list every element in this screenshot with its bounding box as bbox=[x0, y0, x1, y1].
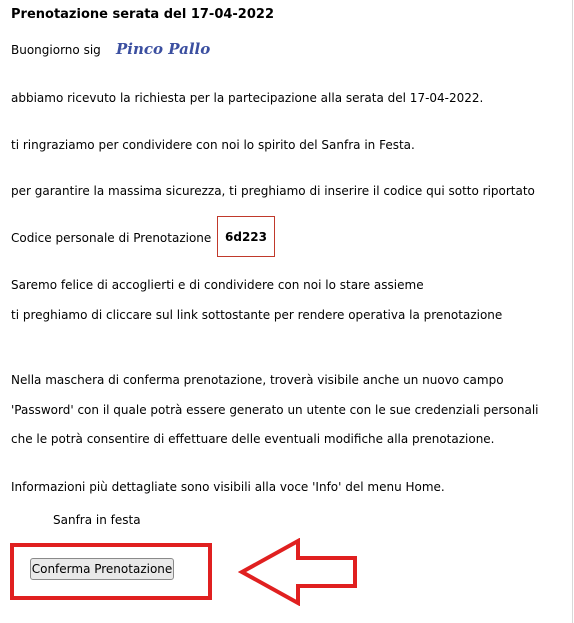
booking-code-value: 6d223 bbox=[225, 229, 267, 244]
message-paragraph-info: Informazioni più dettagliate sono visibi… bbox=[11, 480, 445, 494]
message-paragraph-click-link: ti preghiamo di cliccare sul link sottos… bbox=[11, 308, 503, 322]
message-paragraph-request: abbiamo ricevuto la richiesta per la par… bbox=[11, 91, 484, 105]
code-label: Codice personale di Prenotazione bbox=[11, 231, 212, 245]
message-paragraph-modify: che le potrà consentire di effettuare de… bbox=[11, 432, 495, 446]
message-paragraph-password: 'Password' con il quale potrà essere gen… bbox=[11, 403, 539, 417]
message-paragraph-thanks: ti ringraziamo per condividere con noi l… bbox=[11, 138, 415, 152]
confirm-booking-button[interactable]: Conferma Prenotazione bbox=[30, 558, 174, 580]
left-arrow-icon bbox=[238, 538, 357, 606]
message-paragraph-security: per garantire la massima sicurezza, ti p… bbox=[11, 184, 535, 198]
signature: Sanfra in festa bbox=[53, 513, 141, 527]
message-paragraph-welcome: Saremo felice di accoglierti e di condiv… bbox=[11, 278, 424, 292]
greeting-prefix: Buongiorno sig bbox=[11, 43, 101, 57]
page-right-border bbox=[572, 0, 573, 623]
recipient-name: Pinco Pallo bbox=[116, 40, 211, 58]
booking-code-box: 6d223 bbox=[217, 216, 275, 257]
page-title: Prenotazione serata del 17-04-2022 bbox=[11, 7, 274, 22]
message-paragraph-confirm-mask: Nella maschera di conferma prenotazione,… bbox=[11, 373, 504, 387]
